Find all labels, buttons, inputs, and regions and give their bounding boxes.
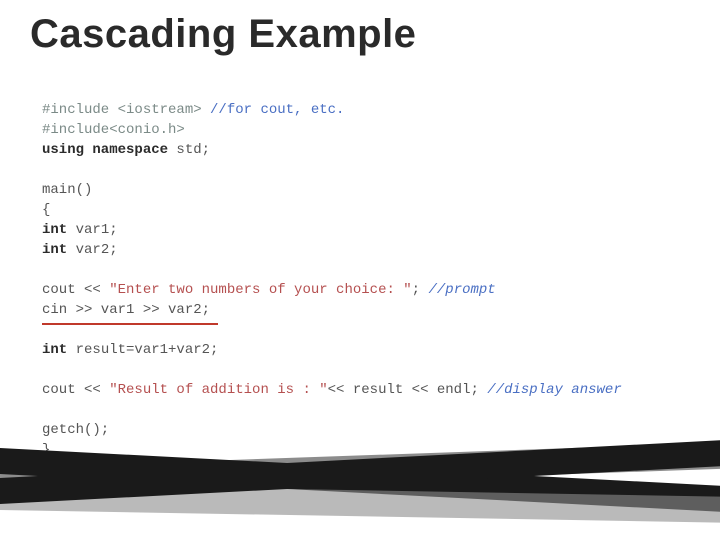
deco-gray-bar-2 (0, 484, 720, 523)
code-id: var2; (76, 242, 118, 258)
code-comment: //prompt (428, 282, 495, 298)
code-line: } (42, 442, 50, 458)
code-id: var1; (76, 222, 118, 238)
code-line: #include<conio.h> (42, 122, 185, 138)
slide-title: Cascading Example (30, 12, 416, 57)
code-line: { (42, 202, 50, 218)
code-comment: //display answer (487, 382, 621, 398)
code-keyword: int (42, 242, 76, 258)
code-id: std; (176, 142, 210, 158)
code-keyword: int (42, 222, 76, 238)
code-line: main() (42, 182, 92, 198)
code-keyword: using namespace (42, 142, 176, 158)
slide: Cascading Example #include <iostream> //… (0, 0, 720, 540)
code-id: ; (412, 282, 429, 298)
code-line: #include <iostream> (42, 102, 210, 118)
code-string: "Enter two numbers of your choice: " (109, 282, 411, 298)
code-id: << result << endl; (328, 382, 488, 398)
code-line: getch(); (42, 422, 109, 438)
code-comment: //for cout, etc. (210, 102, 344, 118)
code-line: cin >> var1 >> var2; (42, 302, 210, 318)
code-id: result=var1+var2; (76, 342, 219, 358)
code-block: #include <iostream> //for cout, etc. #in… (42, 100, 622, 460)
code-id: cout << (42, 382, 109, 398)
underline-annotation (42, 323, 218, 325)
code-string: "Result of addition is : " (109, 382, 327, 398)
code-id: cout << (42, 282, 109, 298)
code-keyword: int (42, 342, 76, 358)
